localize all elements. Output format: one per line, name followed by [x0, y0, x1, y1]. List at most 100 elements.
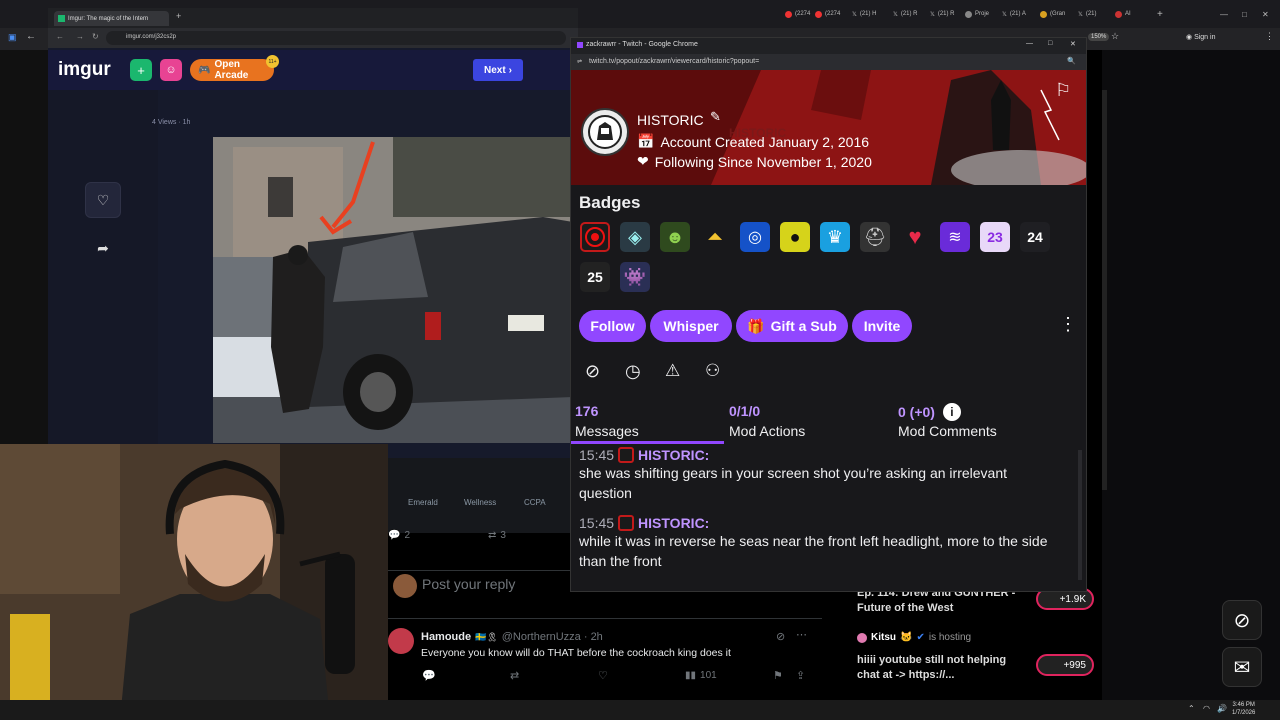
clock[interactable]: 3:46 PM 1/7/2026: [1232, 701, 1255, 717]
next-button[interactable]: Next ›: [473, 59, 523, 81]
retweet-action[interactable]: ⇄ 3: [488, 530, 506, 541]
heart-icon[interactable]: ♡: [85, 182, 121, 218]
outer-tab-6[interactable]: Proje: [965, 6, 989, 22]
cat-emoji-icon: 🐱: [900, 632, 913, 643]
popup-maximize-button[interactable]: □: [1048, 40, 1052, 47]
footer-link-wellness[interactable]: Wellness: [464, 498, 496, 507]
outer-tab-8[interactable]: (Gran: [1040, 6, 1065, 22]
popup-minimize-button[interactable]: —: [1026, 40, 1033, 47]
follow-button[interactable]: Follow: [579, 310, 646, 342]
outer-tab-5[interactable]: 𝕏 (21) R: [930, 6, 955, 22]
more-icon[interactable]: ⋯: [796, 628, 807, 641]
outer-tab-4[interactable]: 𝕏 (21) R: [893, 6, 918, 22]
back-arrow-icon[interactable]: ←: [26, 31, 36, 42]
imgur-url-field[interactable]: imgur.com/j32cs2p: [106, 31, 566, 45]
tweet-avatar[interactable]: [388, 628, 414, 654]
site-info-icon[interactable]: ⇌: [577, 58, 582, 65]
badge-diamond-icon[interactable]: ◈: [620, 222, 650, 252]
reply-action[interactable]: 💬 2: [388, 530, 410, 541]
tweet-handle[interactable]: @NorthernUzza · 2h: [502, 631, 603, 643]
sidebar-icon[interactable]: ▣: [8, 32, 17, 43]
username[interactable]: HISTORIC: [637, 112, 704, 128]
host-message[interactable]: hiiii youtube still not helping chat at …: [857, 653, 1027, 683]
badge-ghosts-icon[interactable]: 👾: [620, 262, 650, 292]
tab-messages[interactable]: 176 Messages: [575, 403, 639, 439]
new-tab-icon[interactable]: +: [176, 11, 181, 21]
sign-in-button[interactable]: ◉ Sign in: [1186, 33, 1215, 41]
badge-target-icon[interactable]: [580, 222, 610, 252]
scrollbar-track[interactable]: [1102, 90, 1107, 490]
bookmark-icon[interactable]: ⚑: [773, 669, 783, 682]
wifi-icon[interactable]: ◠: [1203, 704, 1210, 713]
share-tweet-icon[interactable]: ⇪: [796, 669, 805, 682]
whisper-button[interactable]: Whisper: [650, 310, 732, 342]
gift-sub-button[interactable]: 🎁 Gift a Sub: [736, 310, 848, 342]
reload-icon[interactable]: ↻: [92, 32, 99, 41]
outer-tab-9[interactable]: 𝕏 (21): [1078, 6, 1097, 22]
post-image[interactable]: [213, 137, 573, 443]
badge-goblin-icon[interactable]: ☻: [660, 222, 690, 252]
badge-purple-icon[interactable]: ≋: [940, 222, 970, 252]
reply-input[interactable]: Post your reply: [422, 576, 515, 592]
tweet-like-icon[interactable]: ♡: [598, 669, 608, 682]
bookmark-star-icon[interactable]: ☆: [1111, 31, 1119, 42]
profile-avatar[interactable]: [581, 108, 629, 156]
footer-link-emerald[interactable]: Emerald: [408, 498, 438, 507]
minimize-button[interactable]: —: [1220, 6, 1228, 22]
tab-mod-comments[interactable]: 0 (+0) i Mod Comments: [898, 403, 997, 439]
more-options-icon[interactable]: ⋮: [1059, 314, 1077, 335]
menu-kebab-icon[interactable]: ⋮: [1265, 31, 1274, 42]
tweet-reply-icon[interactable]: 💬: [422, 669, 436, 682]
grok-icon[interactable]: ⊘: [1222, 600, 1262, 640]
badge-2025-icon[interactable]: 25: [580, 262, 610, 292]
outer-tab-7[interactable]: 𝕏 (21) A: [1002, 6, 1026, 22]
zoom-indicator[interactable]: 150%: [1088, 33, 1110, 41]
badge-ring-icon[interactable]: ◎: [740, 222, 770, 252]
close-button[interactable]: ✕: [1262, 6, 1269, 22]
chevron-right-icon: ›: [508, 64, 513, 76]
outer-tab-3[interactable]: 𝕏 (21) H: [852, 6, 877, 22]
tray-chevron-icon[interactable]: ⌃: [1188, 704, 1195, 713]
share-icon[interactable]: ➦: [85, 230, 121, 266]
zoom-icon[interactable]: 🔍: [1067, 57, 1076, 65]
badge-rocket-icon[interactable]: ⏶: [700, 222, 730, 252]
outer-tab-10[interactable]: AI: [1115, 6, 1131, 22]
imgur-tab[interactable]: Imgur: The magic of the Intern: [54, 11, 169, 26]
tab-mod-actions[interactable]: 0/1/0 Mod Actions: [729, 403, 805, 439]
tweet-author[interactable]: Hamoude: [421, 631, 471, 643]
badge-heart-icon[interactable]: ♥: [900, 222, 930, 252]
timeout-clock-icon[interactable]: ◷: [625, 361, 641, 382]
edit-pencil-icon[interactable]: ✎: [710, 109, 721, 125]
emoji-icon[interactable]: ☺: [160, 59, 182, 81]
warning-icon[interactable]: ⚠: [665, 361, 680, 381]
footer-link-ccpa[interactable]: CCPA: [524, 498, 546, 507]
imgur-logo[interactable]: imgur: [58, 59, 111, 81]
badge-crown-icon[interactable]: ♛: [820, 222, 850, 252]
message-scrollbar[interactable]: [1078, 450, 1082, 580]
back-icon[interactable]: ←: [56, 32, 64, 41]
forward-icon[interactable]: →: [76, 32, 84, 41]
ban-icon[interactable]: ⊘: [585, 361, 600, 382]
outer-tab-2[interactable]: (2274: [815, 6, 840, 22]
invite-button[interactable]: Invite: [852, 310, 912, 342]
upload-icon[interactable]: +: [130, 59, 152, 81]
add-mod-user-icon[interactable]: ⚇: [705, 361, 720, 381]
grok-small-icon[interactable]: ⊘: [776, 630, 785, 643]
badge-cat-icon[interactable]: ●: [780, 222, 810, 252]
maximize-button[interactable]: □: [1242, 6, 1247, 22]
new-tab-button[interactable]: +: [1157, 6, 1163, 22]
tweet-retweet-icon[interactable]: ⇄: [510, 669, 519, 682]
report-flag-icon[interactable]: ⚐: [1055, 80, 1071, 101]
popup-close-button[interactable]: ✕: [1070, 40, 1076, 48]
host-count-badge[interactable]: +995: [1036, 654, 1094, 676]
outer-tab-1[interactable]: (2274: [785, 6, 810, 22]
tweet-views[interactable]: ▮▮ 101: [685, 670, 717, 681]
volume-icon[interactable]: 🔊: [1217, 704, 1227, 713]
streamer-illustration: [0, 444, 388, 720]
badge-2023-icon[interactable]: 23: [980, 222, 1010, 252]
open-arcade-button[interactable]: 🎮 Open Arcade: [190, 59, 274, 81]
badge-2024-icon[interactable]: 24: [1020, 222, 1050, 252]
info-icon[interactable]: i: [942, 403, 961, 421]
messages-envelope-icon[interactable]: ✉: [1222, 647, 1262, 687]
badge-helmet-icon[interactable]: ⛑: [860, 222, 890, 252]
